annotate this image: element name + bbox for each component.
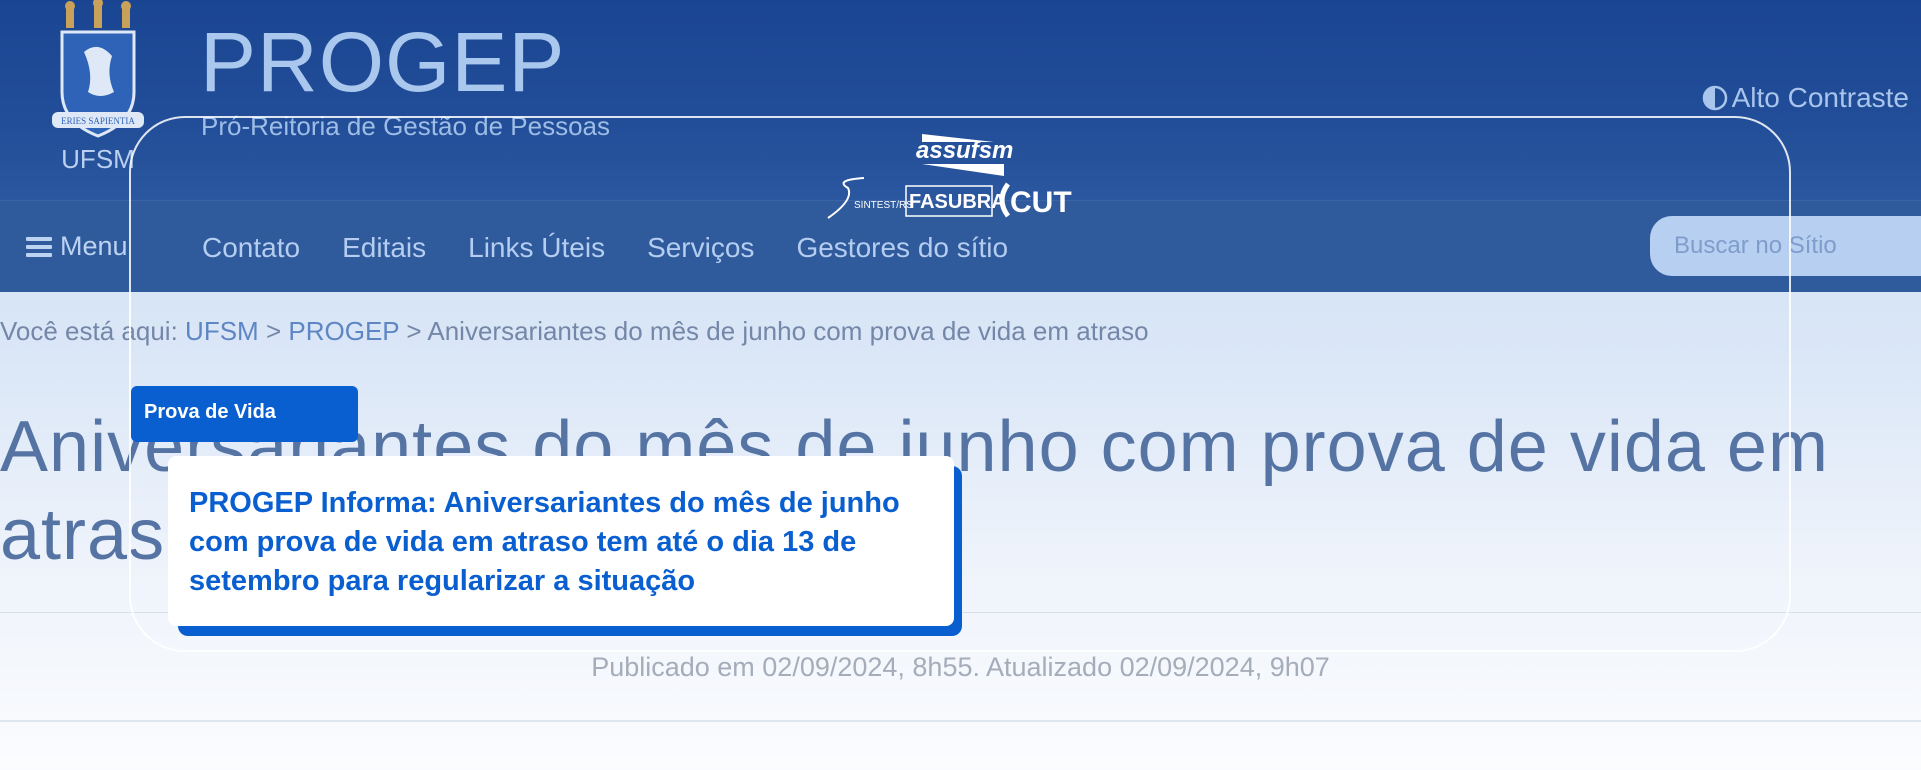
site-title[interactable]: PROGEP [200,14,565,111]
logo-text: UFSM [61,144,135,174]
contrast-icon [1702,85,1727,111]
svg-text:CUT: CUT [1010,186,1072,219]
divider [0,720,1921,722]
sintest-logo: SINTEST/RS [827,177,913,219]
svg-text:SINTEST/RS: SINTEST/RS [854,200,913,211]
torch-icons [65,0,131,28]
high-contrast-label: Alto Contraste [1731,82,1909,113]
high-contrast-toggle[interactable]: Alto Contraste [1702,82,1909,114]
fasubra-logo: FASUBRA [905,185,1006,217]
svg-text:ERIES SAPIENTIA: ERIES SAPIENTIA [61,116,135,126]
news-card[interactable]: PROGEP Informa: Aniversariantes do mês d… [168,456,954,626]
hamburger-icon [26,236,52,257]
menu-button[interactable]: Menu [26,231,128,262]
cut-logo: CUT [999,182,1072,219]
assufsm-logo: assufsm [916,134,1013,176]
union-logos: assufsm SINTEST/RS FASUBRA CUT [827,134,1072,219]
menu-label: Menu [60,231,128,261]
publish-info: Publicado em 02/09/2024, 8h55. Atualizad… [591,652,1330,682]
news-card-title[interactable]: PROGEP Informa: Aniversariantes do mês d… [189,484,924,601]
svg-text:FASUBRA: FASUBRA [909,191,1006,213]
category-tag[interactable]: Prova de Vida [131,386,358,442]
